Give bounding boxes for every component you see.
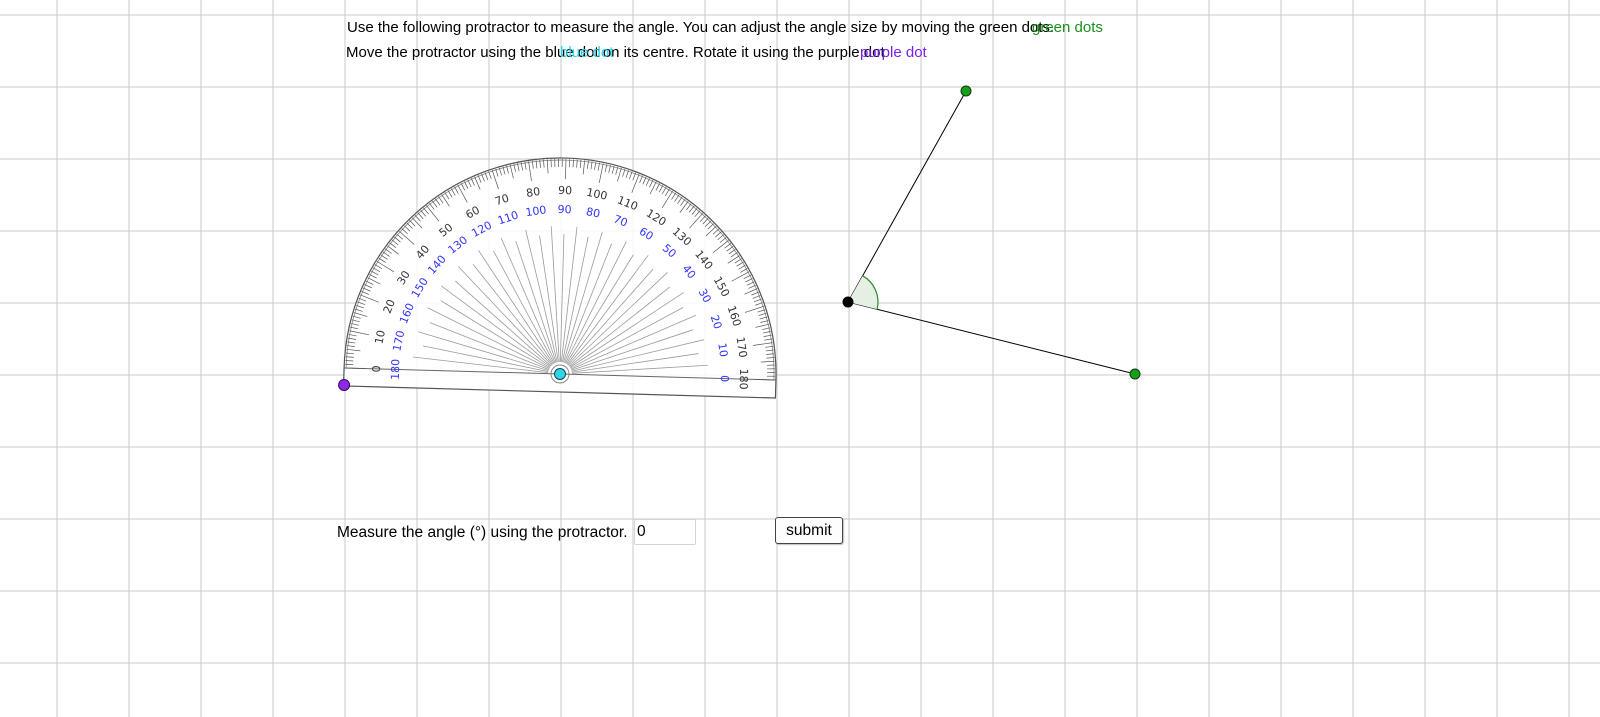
angle-arm-lower [847,301,1136,375]
purple-dot-icon[interactable] [338,378,351,391]
protractor[interactable]: 010203040506070 80 90 100 110120130140150160… [342,152,782,399]
outer-scale-label: 90 [558,184,572,197]
angle-figure [847,90,1136,375]
green-dot-icon[interactable] [1129,368,1141,380]
inner-scale-label: 10 [715,342,730,358]
inner-scale-label: 180 [389,359,403,380]
black-dot-icon [842,296,854,308]
inner-scale-label: 80 [585,205,601,221]
submit-button[interactable]: submit [775,517,843,544]
degree-tick [558,159,559,168]
question-label: Measure the angle (°) using the protract… [337,524,628,541]
inner-scale-label: 90 [557,203,571,216]
degree-tick [766,372,775,373]
outer-scale-label: 10 [372,329,388,345]
inner-scale-label: 0 [718,375,731,382]
answer-input[interactable] [634,519,696,545]
outer-scale-label: 0 [370,365,383,372]
outer-scale-label: 180 [737,368,751,389]
degree-tick [766,368,775,370]
green-dot-icon[interactable] [960,85,972,97]
blue-dot-icon[interactable] [554,368,566,380]
angle-arm-upper [847,90,967,303]
degree-tick [554,159,556,168]
geometry-applet: Use the following protractor to measure … [0,0,1600,717]
construction-canvas: 010203040506070 80 90 100 110120130140150160… [338,85,1141,399]
outer-scale-label: 80 [525,185,541,200]
